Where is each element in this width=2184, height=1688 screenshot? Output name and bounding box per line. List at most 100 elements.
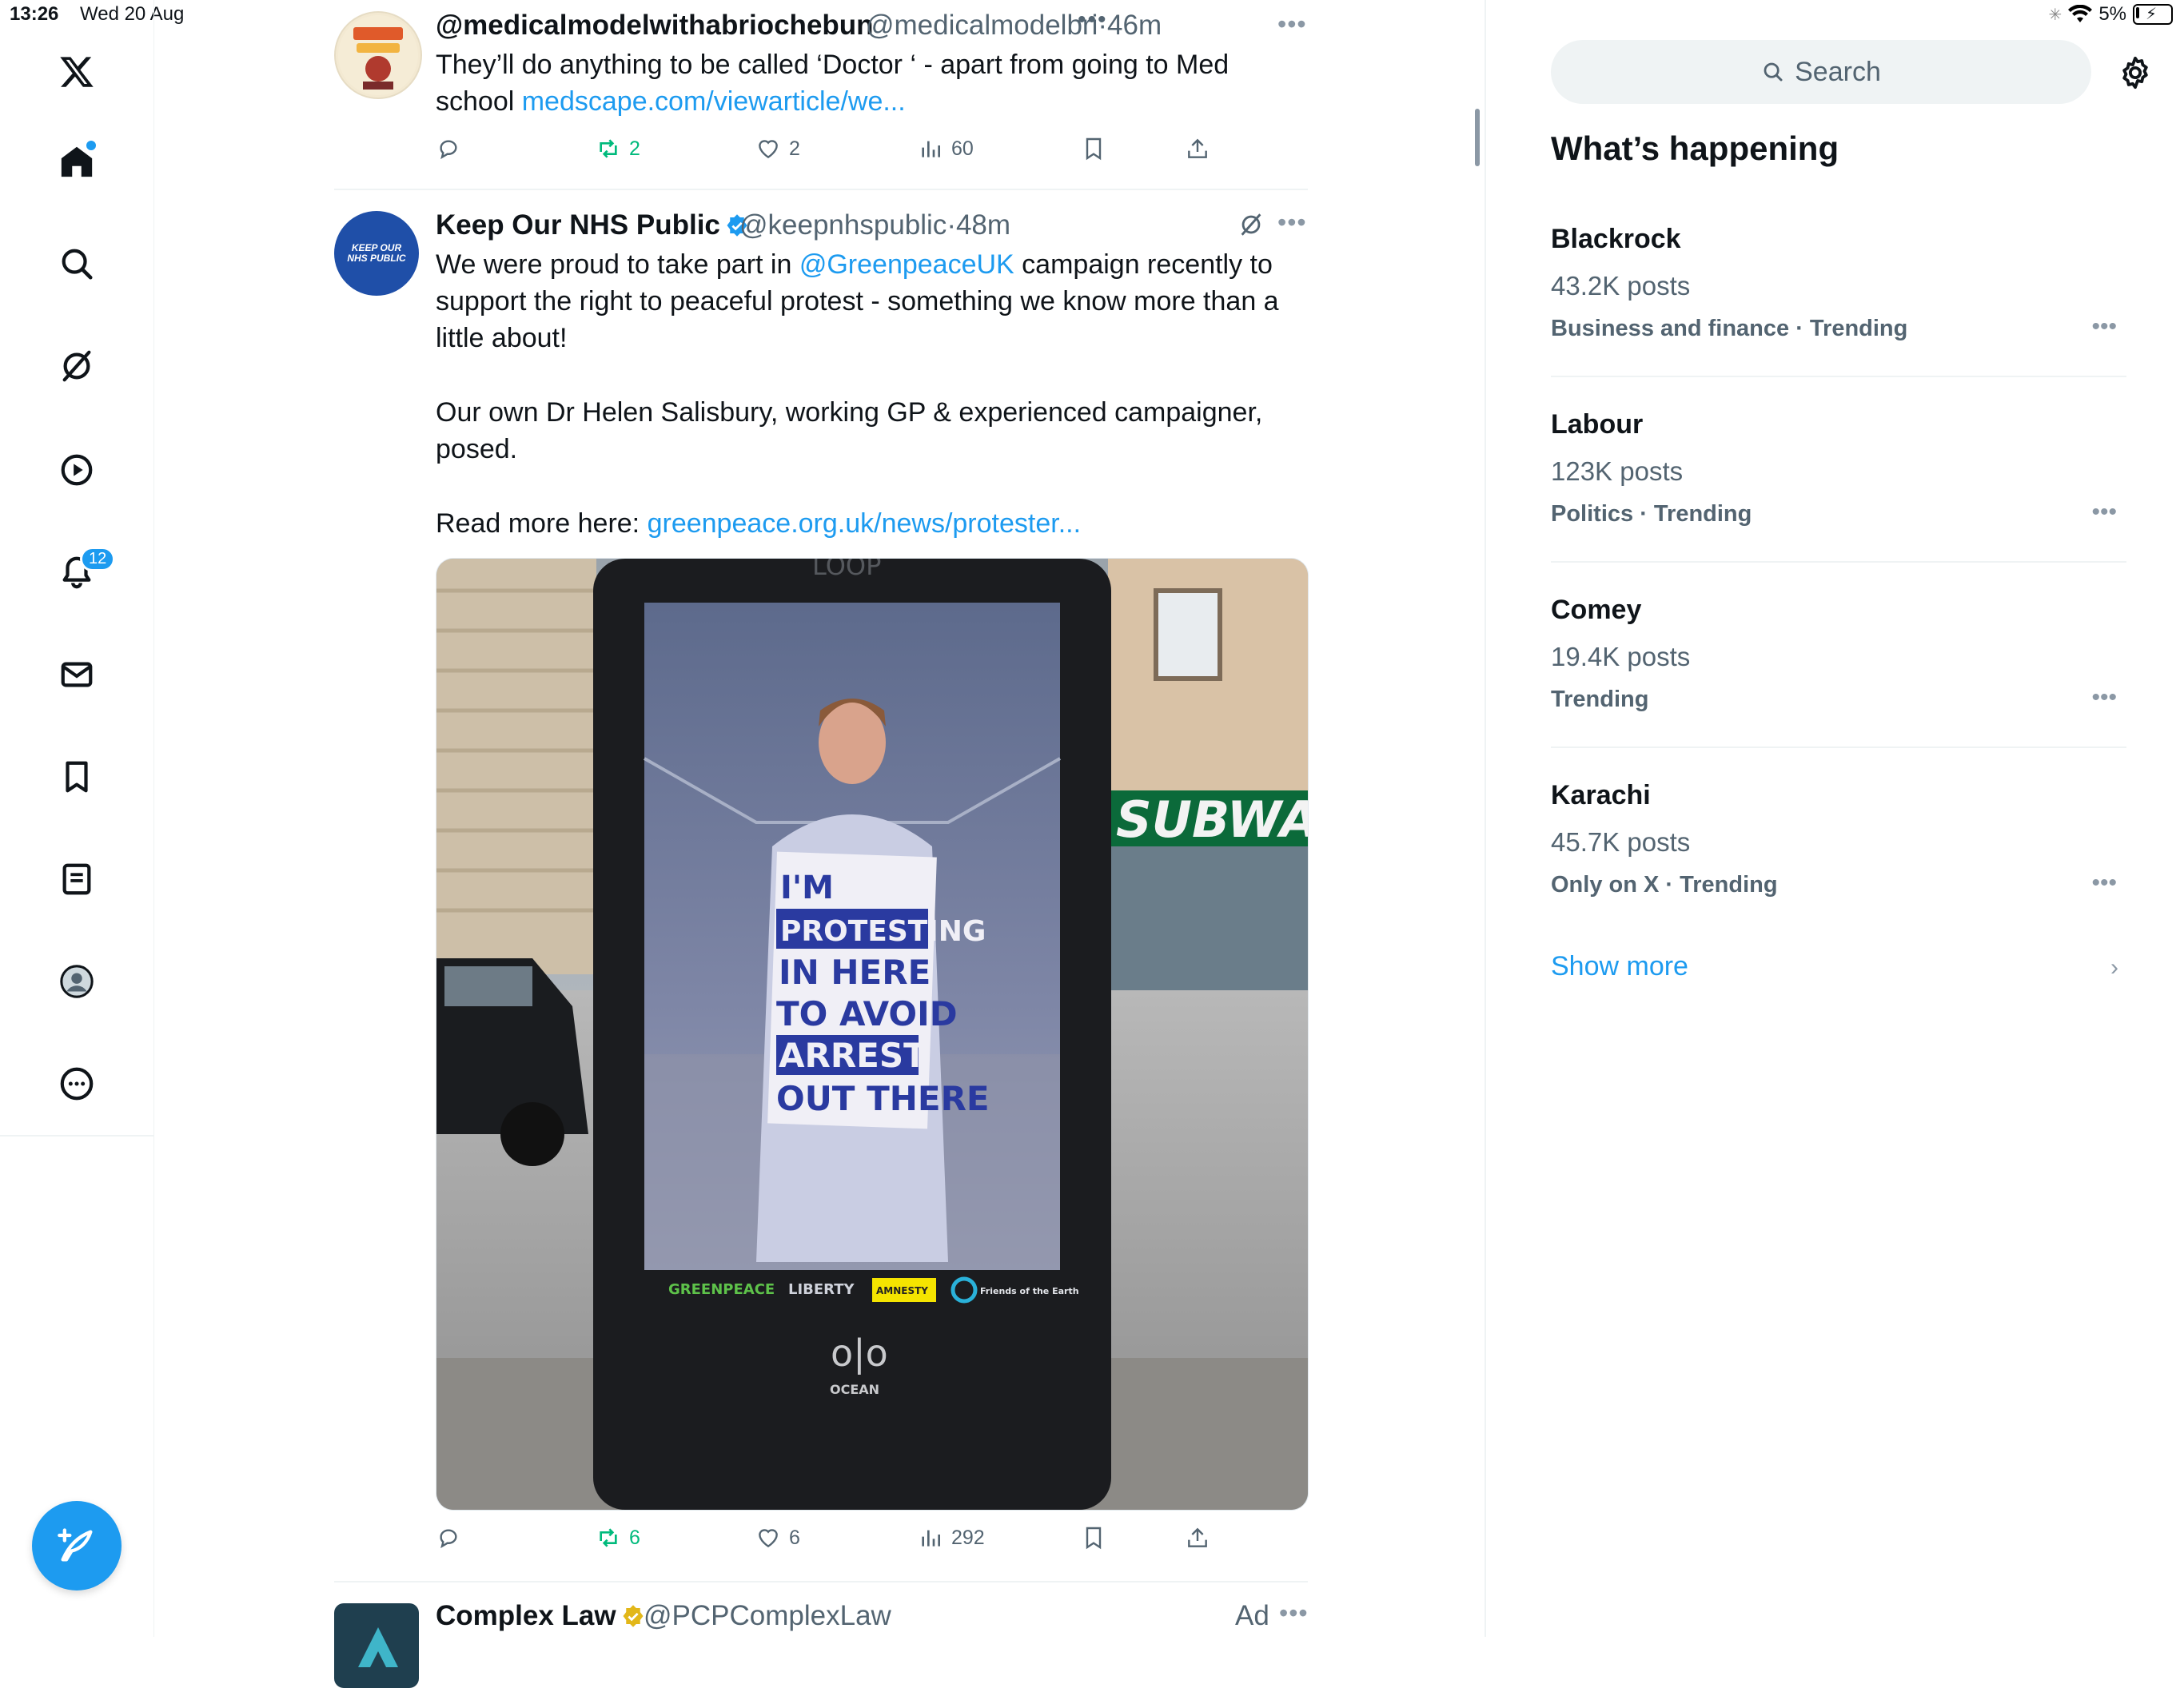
- trend-more-button[interactable]: •••: [2091, 313, 2117, 340]
- bookmarks-icon[interactable]: [56, 756, 98, 798]
- tweet-author-handle[interactable]: @keepnhspublic·48m: [739, 209, 1010, 241]
- tweet-author-name[interactable]: @medicalmodelwithabriochebun: [436, 10, 874, 42]
- views-chart-icon: [922, 1530, 940, 1547]
- share-button[interactable]: [1185, 136, 1210, 161]
- trend-divider: [1551, 746, 2126, 748]
- share-button[interactable]: [1185, 1525, 1210, 1551]
- trend-count: 43.2K posts: [1551, 271, 1691, 301]
- repost-icon: [600, 139, 617, 158]
- trend-item[interactable]: Comey 19.4K posts Trending •••: [1551, 595, 2126, 713]
- tweet-divider: [334, 1581, 1308, 1582]
- tweet-link[interactable]: medscape.com/viewarticle/we...: [522, 86, 906, 117]
- lists-icon[interactable]: [56, 858, 98, 900]
- svg-text:o|o: o|o: [831, 1332, 888, 1375]
- protest-sign-line: I'M: [780, 870, 834, 906]
- tweet-author-handle[interactable]: @medicalmodelbri·46m: [866, 10, 1162, 42]
- kiosk-bottom-brand: OCEAN: [830, 1382, 879, 1397]
- whats-happening-title: What’s happening: [1551, 129, 1839, 167]
- trend-divider: [1551, 376, 2126, 377]
- shop-sign-text: SUBWAY: [1116, 790, 1308, 849]
- settings-gear-icon[interactable]: [2117, 54, 2154, 91]
- tweet-more-button[interactable]: •••: [1279, 1598, 1309, 1628]
- protest-sign-line: PROTESTING: [780, 915, 986, 948]
- reply-button[interactable]: [436, 1525, 461, 1551]
- tweet-text: We were proud to take part in @Greenpeac…: [436, 249, 1279, 353]
- trend-item[interactable]: Karachi 45.7K posts Only on X · Trending…: [1551, 780, 2126, 898]
- trend-name: Comey: [1551, 595, 1642, 625]
- like-count: 2: [789, 137, 800, 160]
- trend-count: 123K posts: [1551, 456, 1684, 486]
- tweet-avatar[interactable]: [334, 11, 422, 99]
- like-button[interactable]: 2: [755, 136, 800, 161]
- tweet-more-button[interactable]: •••: [1277, 10, 1307, 39]
- reply-icon: [440, 140, 457, 160]
- views-button[interactable]: 60: [918, 136, 974, 161]
- mention-link[interactable]: @GreenpeaceUK: [799, 249, 1014, 280]
- repost-count: 6: [629, 1526, 640, 1549]
- ad-label: Ad: [1235, 1600, 1269, 1631]
- like-button[interactable]: 6: [755, 1525, 800, 1551]
- repost-button[interactable]: 2: [596, 136, 640, 161]
- x-logo-icon[interactable]: [56, 51, 98, 93]
- tweet-more-button[interactable]: •••: [1277, 208, 1307, 237]
- logo-friends-of-the-earth: Friends of the Earth: [980, 1286, 1079, 1296]
- tweet-avatar[interactable]: [334, 1603, 419, 1688]
- kiosk-top-brand: LOOP: [812, 559, 881, 581]
- tweet-media-image[interactable]: SUBWAY LOOP I'M PROTESTING IN HERE TO AV…: [436, 558, 1309, 1511]
- tweet-author-name[interactable]: Keep Our NHS Public: [436, 209, 749, 241]
- trend-name: Labour: [1551, 409, 1644, 440]
- notifications-badge: 12: [80, 547, 116, 571]
- views-chart-icon: [922, 141, 940, 157]
- views-button[interactable]: 292: [918, 1525, 985, 1551]
- tweet-avatar[interactable]: KEEP OUR NHS PUBLIC: [334, 211, 419, 296]
- logo-amnesty: AMNESTY: [876, 1285, 928, 1296]
- profile-avatar-icon[interactable]: [56, 961, 98, 1002]
- protest-sign-line: TO AVOID: [776, 994, 958, 1033]
- share-icon: [1188, 1527, 1207, 1547]
- trend-more-button[interactable]: •••: [2091, 499, 2117, 526]
- trend-item[interactable]: Labour 123K posts Politics · Trending ••…: [1551, 409, 2126, 528]
- video-play-icon[interactable]: [56, 449, 98, 491]
- show-more-link[interactable]: Show more: [1551, 951, 1688, 982]
- compose-post-button[interactable]: [32, 1501, 122, 1590]
- tweet-author-name[interactable]: Complex Law: [436, 1600, 645, 1632]
- grok-explain-icon[interactable]: [1237, 211, 1265, 238]
- bookmark-button[interactable]: [1081, 136, 1106, 161]
- repost-button[interactable]: 6: [596, 1525, 640, 1551]
- repost-icon: [600, 1528, 617, 1547]
- verified-gold-badge-icon: [623, 1605, 644, 1627]
- views-count: 292: [951, 1526, 985, 1549]
- messages-envelope-icon[interactable]: [56, 654, 98, 695]
- tweet-author-handle[interactable]: @PCPComplexLaw: [644, 1600, 891, 1632]
- logo-liberty: LIBERTY: [788, 1281, 855, 1298]
- chevron-right-icon: ›: [2110, 954, 2118, 981]
- search-icon[interactable]: [56, 243, 98, 285]
- trend-more-button[interactable]: •••: [2091, 684, 2117, 711]
- trend-more-button[interactable]: •••: [2091, 870, 2117, 897]
- trend-item[interactable]: Blackrock 43.2K posts Business and finan…: [1551, 224, 2126, 342]
- bookmark-icon: [1086, 137, 1102, 161]
- repost-count: 2: [629, 137, 640, 160]
- loading-icon: ✳: [2048, 6, 2062, 24]
- compose-feather-icon: [58, 1528, 93, 1562]
- grok-icon[interactable]: [56, 345, 98, 387]
- trend-category: Trending: [1551, 687, 1649, 712]
- more-options-icon[interactable]: [56, 1063, 98, 1105]
- protest-sign-line: OUT THERE: [776, 1079, 990, 1118]
- battery-icon: ⚡: [2133, 4, 2173, 25]
- trend-count: 19.4K posts: [1551, 642, 1691, 671]
- tweet-link[interactable]: greenpeace.org.uk/news/protester...: [648, 508, 1081, 539]
- reply-button[interactable]: [436, 136, 461, 161]
- heart-icon: [759, 1529, 778, 1548]
- search-input[interactable]: Search: [1551, 40, 2091, 104]
- bookmark-icon: [1086, 1527, 1102, 1550]
- battery-percent: 5%: [2098, 3, 2126, 25]
- logo-greenpeace: GREENPEACE: [668, 1281, 775, 1298]
- search-placeholder: Search: [1795, 56, 1881, 87]
- reply-icon: [440, 1529, 457, 1549]
- tweet-text-paragraph: Our own Dr Helen Salisbury, working GP &…: [436, 397, 1263, 464]
- protest-sign-line: ARREST: [779, 1036, 927, 1075]
- bookmark-button[interactable]: [1081, 1525, 1106, 1551]
- wifi-icon: [2068, 5, 2093, 22]
- timeline-scrollbar[interactable]: [1475, 109, 1480, 166]
